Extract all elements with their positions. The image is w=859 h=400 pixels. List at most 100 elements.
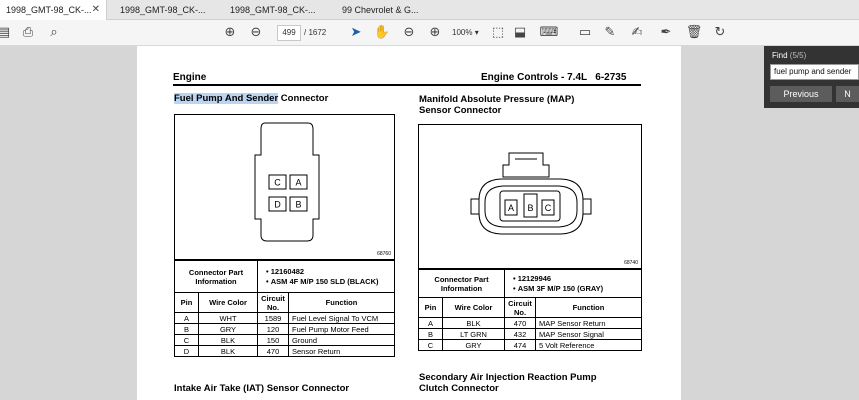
page-header-left: Engine [173,72,207,83]
circuit-cell: 474 [504,339,536,351]
pin-cell: C [174,334,199,346]
find-next-button[interactable]: N [836,86,859,102]
table-row: A BLK 470 MAP Sensor Return [418,317,642,329]
title-line: Secondary Air Injection Reaction Pump [419,372,597,383]
table-row: A WHT 1589 Fuel Level Signal To VCM [174,312,395,324]
fuel-connector-title: Fuel Pump And Sender Connector [174,93,328,104]
zoom-out-icon[interactable]: ⊖ [399,23,419,43]
wire-color-cell: GRY [442,339,505,351]
air-pump-connector-title: Secondary Air Injection Reaction Pump Cl… [419,372,597,394]
zoom-select[interactable]: 100% ▾ [452,25,486,41]
function-cell: MAP Sensor Signal [535,328,642,340]
tab-label: 1998_GMT-98_CK-... [230,5,316,15]
function-cell: Fuel Level Signal To VCM [288,312,395,324]
tab-label: 1998_GMT-98_CK-... [6,5,92,15]
map-connector-diagram: A B C 68740 [418,124,642,269]
column-header: Function [288,292,395,313]
rotate-icon[interactable]: ↻ [710,23,730,43]
table-row: C BLK 150 Ground [174,334,395,346]
connector-part-items: • 12129946 • ASM 3F M/P 150 (GRAY) [504,269,642,298]
search-icon[interactable]: ⌕ [44,23,64,43]
column-header: Wire Color [198,292,258,313]
zoom-in-icon[interactable]: ⊕ [425,23,445,43]
tab-label: 99 Chevrolet & G... [342,5,419,15]
connector-part-label: Connector Part Information [418,269,505,298]
pdf-page: Engine Engine Controls - 7.4L 6-2735 Fue… [137,46,681,400]
find-count: (5/5) [789,51,807,60]
find-label: Find [772,51,788,60]
pin-cell: B [418,328,443,340]
table-row: B LT GRN 432 MAP Sensor Signal [418,328,642,340]
map-connector-table: Connector Part Information • 12129946 • … [418,269,642,351]
function-cell: 5 Volt Reference [535,339,642,351]
column-header: Pin [418,297,443,318]
tab-label: 1998_GMT-98_CK-... [120,5,206,15]
sign-icon[interactable]: ✒ [656,23,676,43]
part-assembly: • ASM 4F M/P 150 SLD (BLACK) [266,276,379,286]
connector-part-label: Connector Part Information [174,260,258,293]
table-row: D BLK 470 Sensor Return [174,345,395,357]
figure-number: 68760 [377,251,391,257]
column-header: Circuit No. [257,292,289,313]
pin-label-a: A [295,178,301,188]
marquee-zoom-icon[interactable]: ⬚ [488,23,508,43]
circuit-cell: 432 [504,328,536,340]
column-header: Wire Color [442,297,505,318]
wire-color-cell: LT GRN [442,328,505,340]
part-assembly: • ASM 3F M/P 150 (GRAY) [513,283,604,293]
wire-color-cell: BLK [442,317,505,329]
tab-document-1[interactable]: 1998_GMT-98_CK-... ✕ [0,0,107,20]
wire-color-cell: BLK [198,334,258,346]
circuit-cell: 120 [257,323,289,335]
page-down-icon[interactable]: ⊖ [246,23,266,43]
part-number: • 12160482 [266,266,305,276]
title-line: Sensor Connector [419,105,502,116]
title-line: Clutch Connector [419,383,499,394]
fuel-connector-drawing: C A D B [254,122,320,242]
tab-document-2[interactable]: 1998_GMT-98_CK-... [114,0,222,20]
pen-icon[interactable]: ✎ [600,23,620,43]
function-cell: Fuel Pump Motor Feed [288,323,395,335]
find-previous-button[interactable]: Previous [770,86,832,102]
tab-document-4[interactable]: 99 Chevrolet & G... [336,0,430,20]
pin-label-b: B [295,200,301,210]
wire-color-cell: BLK [198,345,258,357]
column-header: Function [535,297,642,318]
fit-page-icon[interactable]: ⬓ [510,23,530,43]
pin-cell: A [418,317,443,329]
keyboard-icon[interactable]: ⌨ [539,23,559,43]
draw-icon[interactable]: ✍ [627,23,647,43]
iat-connector-title: Intake Air Take (IAT) Sensor Connector [174,383,350,394]
figure-number: 68740 [624,260,638,266]
find-input[interactable]: fuel pump and sender [770,64,859,80]
pin-cell: C [418,339,443,351]
hand-tool-icon[interactable]: ✋ [372,23,392,43]
circuit-cell: 470 [504,317,536,329]
delete-icon[interactable]: 🗑 [684,23,704,43]
circuit-cell: 150 [257,334,289,346]
tab-document-3[interactable]: 1998_GMT-98_CK-... [224,0,332,20]
find-title: Find (5/5) [772,51,806,60]
pin-label-d: D [274,200,281,210]
pin-label-c: C [274,178,281,188]
pin-cell: D [174,345,199,357]
page-header-right: Engine Controls - 7.4L 6-2735 [481,72,627,83]
pin-cell: A [174,312,199,324]
page-up-icon[interactable]: ⊕ [220,23,240,43]
map-connector-title: Manifold Absolute Pressure (MAP) Sensor … [419,94,574,116]
print-icon[interactable]: ⎙ [18,23,38,43]
table-row: B GRY 120 Fuel Pump Motor Feed [174,323,395,335]
comment-icon[interactable]: ▭ [575,23,595,43]
title-suffix: Connector [278,93,329,104]
wire-color-cell: WHT [198,312,258,324]
circuit-cell: 1589 [257,312,289,324]
fuel-connector-diagram: C A D B 68760 [174,114,395,260]
save-icon[interactable]: ▤ [0,23,14,43]
fuel-connector-table: Connector Part Information • 12160482 • … [174,260,395,357]
select-cursor-icon[interactable]: ➤ [346,23,366,43]
page-number-input[interactable]: 499 [277,25,301,41]
title-line: Manifold Absolute Pressure (MAP) [419,94,575,105]
header-rule [173,84,641,86]
column-header: Circuit No. [504,297,536,318]
close-icon[interactable]: ✕ [92,4,100,15]
